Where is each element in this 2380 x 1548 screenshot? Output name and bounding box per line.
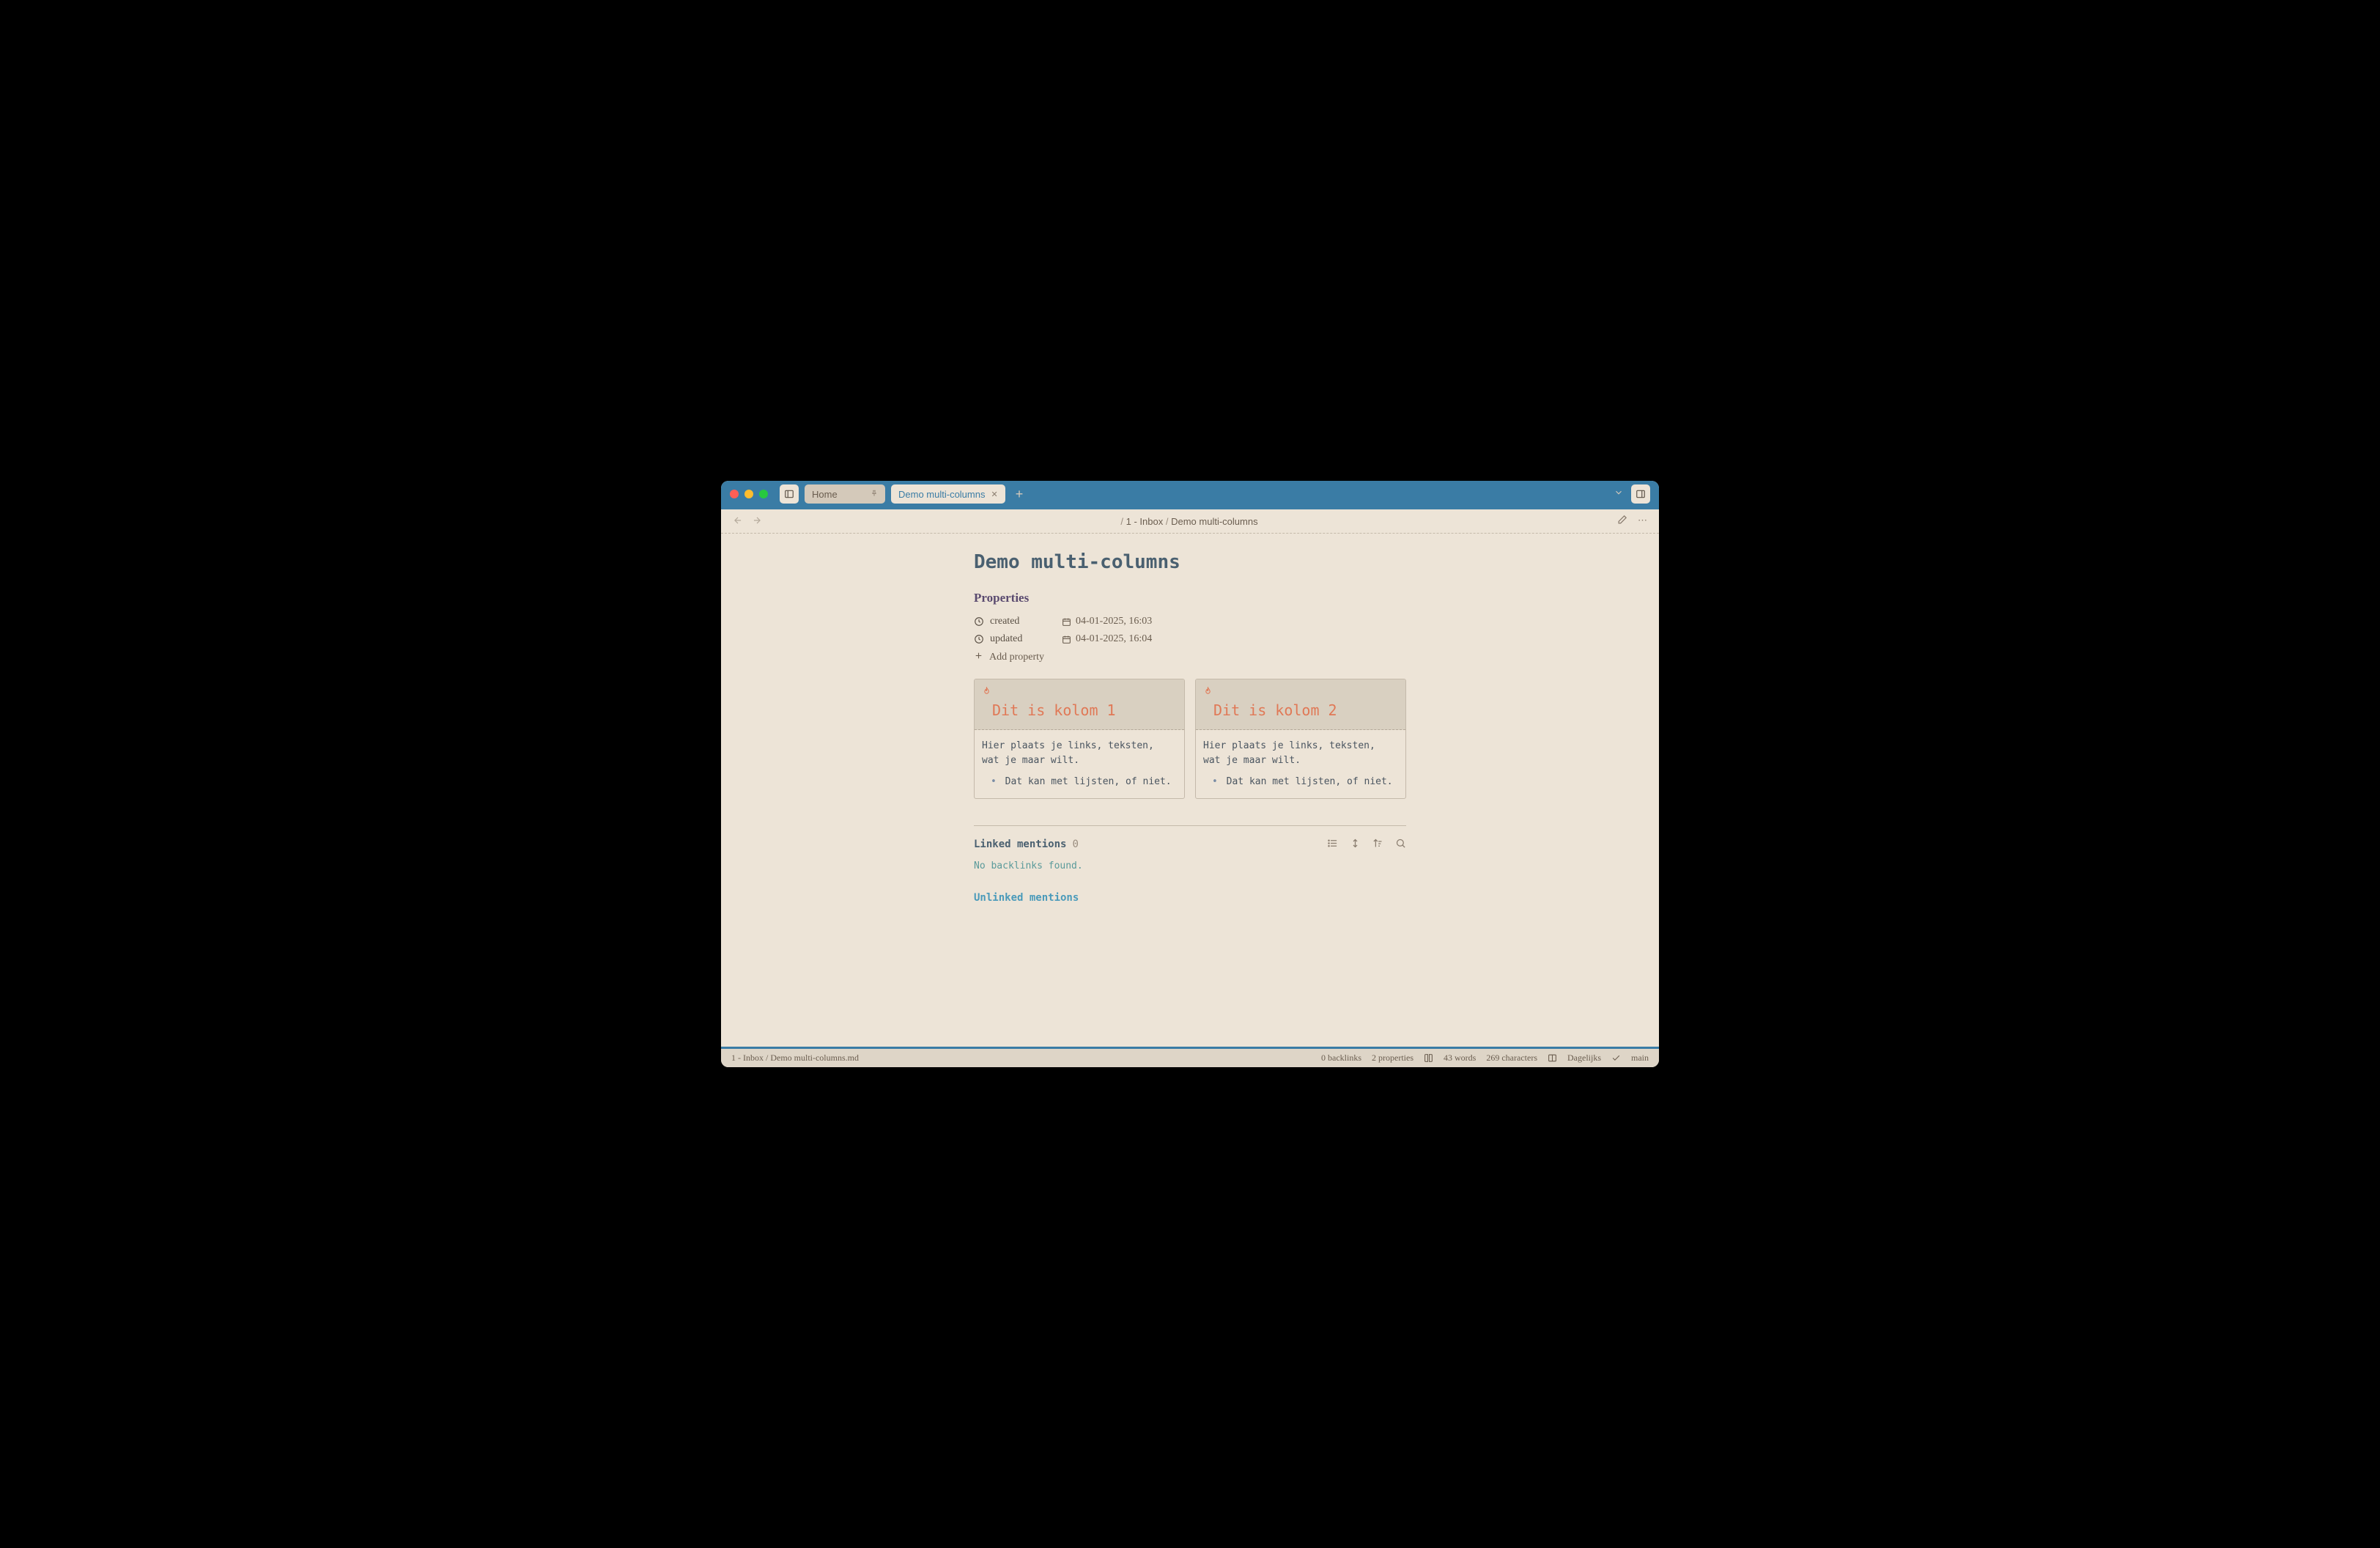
- breadcrumb-sep: /: [1166, 516, 1169, 527]
- columns-container: Dit is kolom 1 Hier plaats je links, tek…: [974, 679, 1406, 799]
- nav-back-button[interactable]: [733, 515, 743, 528]
- flame-icon: [982, 688, 991, 699]
- breadcrumb-segment[interactable]: 1 - Inbox: [1126, 516, 1164, 527]
- more-icon[interactable]: ⋯: [1638, 515, 1647, 528]
- linked-mentions-count: 0: [1072, 838, 1078, 850]
- status-workspace[interactable]: Dagelijks: [1567, 1053, 1601, 1064]
- add-property-button[interactable]: Add property: [974, 651, 1406, 664]
- tab-label: Home: [812, 489, 838, 500]
- column-body[interactable]: Hier plaats je links, teksten, wat je ma…: [975, 730, 1184, 798]
- status-words[interactable]: 43 words: [1444, 1053, 1476, 1064]
- property-value[interactable]: 04-01-2025, 16:03: [1076, 616, 1152, 627]
- tab-demo-multi-columns[interactable]: Demo multi-columns ✕: [891, 484, 1005, 504]
- add-property-label: Add property: [989, 652, 1044, 663]
- clock-icon: [974, 616, 984, 627]
- no-backlinks-message: No backlinks found.: [974, 860, 1406, 871]
- properties-heading: Properties: [974, 591, 1406, 605]
- search-icon[interactable]: [1395, 838, 1406, 852]
- breadcrumb[interactable]: / 1 - Inbox / Demo multi-columns: [771, 516, 1608, 527]
- breadcrumb-sep: /: [1120, 516, 1123, 527]
- chevron-down-icon[interactable]: [1614, 487, 1624, 501]
- linked-mentions-label: Linked mentions: [974, 838, 1066, 850]
- new-tab-button[interactable]: +: [1011, 487, 1028, 502]
- property-row: updated 04-01-2025, 16:04: [974, 633, 1406, 645]
- titlebar: Home Demo multi-columns ✕ +: [721, 481, 1659, 507]
- close-window-button[interactable]: [730, 490, 739, 498]
- column-body[interactable]: Hier plaats je links, teksten, wat je ma…: [1196, 730, 1405, 798]
- book-icon[interactable]: [1424, 1053, 1433, 1063]
- app-window: Home Demo multi-columns ✕ +: [721, 481, 1659, 1067]
- maximize-window-button[interactable]: [759, 490, 768, 498]
- status-properties[interactable]: 2 properties: [1372, 1053, 1413, 1064]
- edit-icon[interactable]: [1616, 515, 1627, 528]
- right-sidebar-toggle[interactable]: [1631, 484, 1650, 504]
- status-backlinks[interactable]: 0 backlinks: [1321, 1053, 1361, 1064]
- column-card[interactable]: Dit is kolom 2 Hier plaats je links, tek…: [1195, 679, 1406, 799]
- left-sidebar-toggle[interactable]: [780, 484, 799, 504]
- property-value[interactable]: 04-01-2025, 16:04: [1076, 633, 1152, 645]
- list-item: Dat kan met lijsten, of niet.: [1212, 775, 1398, 789]
- statusbar: 1 - Inbox / Demo multi-columns.md 0 back…: [721, 1047, 1659, 1067]
- pin-icon: [871, 490, 878, 499]
- page-title[interactable]: Demo multi-columns: [974, 551, 1406, 573]
- breadcrumb-segment[interactable]: Demo multi-columns: [1171, 516, 1257, 527]
- unlinked-mentions-header[interactable]: Unlinked mentions: [974, 892, 1406, 904]
- tab-home[interactable]: Home: [805, 484, 885, 504]
- content-area: Demo multi-columns Properties created: [721, 534, 1659, 1047]
- sort-icon[interactable]: [1372, 838, 1383, 852]
- list-icon[interactable]: [1327, 838, 1338, 852]
- close-icon[interactable]: ✕: [991, 490, 997, 499]
- calendar-icon: [1062, 635, 1071, 644]
- property-row: created 04-01-2025, 16:03: [974, 616, 1406, 627]
- expand-icon[interactable]: [1350, 838, 1361, 852]
- check-icon[interactable]: [1611, 1053, 1621, 1063]
- tab-label: Demo multi-columns: [898, 489, 985, 500]
- plus-icon: [974, 651, 983, 664]
- column-text: Hier plaats je links, teksten, wat je ma…: [1203, 739, 1398, 767]
- status-branch[interactable]: main: [1631, 1053, 1649, 1064]
- calendar-icon: [1062, 617, 1071, 627]
- column-title[interactable]: Dit is kolom 1: [982, 701, 1177, 719]
- property-key[interactable]: updated: [990, 633, 1022, 645]
- divider: [974, 825, 1406, 826]
- property-key[interactable]: created: [990, 616, 1019, 627]
- column-title[interactable]: Dit is kolom 2: [1203, 701, 1398, 719]
- column-card[interactable]: Dit is kolom 1 Hier plaats je links, tek…: [974, 679, 1185, 799]
- status-file-path[interactable]: 1 - Inbox / Demo multi-columns.md: [731, 1053, 859, 1064]
- flame-icon: [1203, 688, 1213, 699]
- status-chars[interactable]: 269 characters: [1486, 1053, 1537, 1064]
- column-text: Hier plaats je links, teksten, wat je ma…: [982, 739, 1177, 767]
- layout-icon[interactable]: [1548, 1053, 1557, 1063]
- nav-forward-button[interactable]: [752, 515, 762, 528]
- minimize-window-button[interactable]: [744, 490, 753, 498]
- window-controls: [730, 490, 768, 498]
- clock-icon: [974, 634, 984, 644]
- breadcrumb-bar: / 1 - Inbox / Demo multi-columns ⋯: [721, 507, 1659, 534]
- linked-mentions-header[interactable]: Linked mentions 0: [974, 838, 1406, 852]
- list-item: Dat kan met lijsten, of niet.: [991, 775, 1177, 789]
- properties-section: Properties created 04-01-2025, 16:03: [974, 591, 1406, 664]
